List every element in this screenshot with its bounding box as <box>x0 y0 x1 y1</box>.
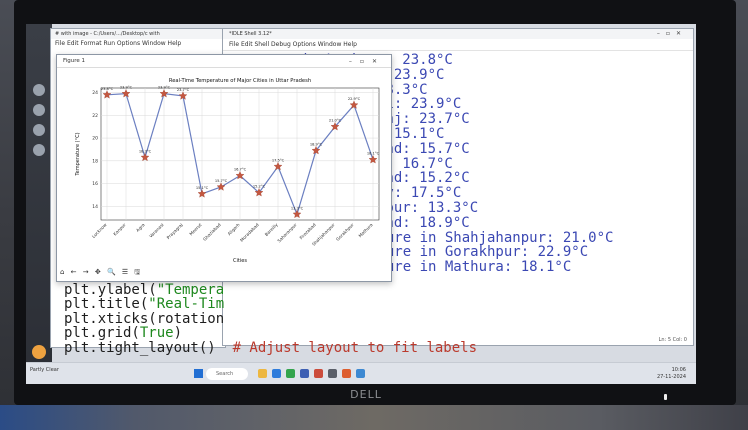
taskbar-clock[interactable]: 10:06 27-11-2024 <box>657 367 686 381</box>
code-text: plt.ylabel( <box>64 281 157 298</box>
code-line[interactable]: plt.xticks(rotation <box>64 310 477 327</box>
settings-icon[interactable] <box>33 84 45 96</box>
x-tick-label: Firozabad <box>299 222 318 241</box>
shell-statusbar: Ln: 5 Col: 0 <box>658 337 687 343</box>
code-text: plt.xticks(rotation <box>64 310 225 327</box>
start-icon[interactable] <box>194 369 203 378</box>
app-icon[interactable] <box>314 369 323 378</box>
chrome-icon[interactable] <box>286 369 295 378</box>
code-text: plt.title( <box>64 296 149 313</box>
edge-icon[interactable] <box>272 369 281 378</box>
editor-menubar[interactable]: File Edit Format Run Options Window Help <box>51 39 225 49</box>
x-tick-label: Agra <box>135 222 147 234</box>
code-line[interactable]: plt.title("Real-Tim <box>64 297 477 312</box>
y-tick-label: 16 <box>92 181 98 187</box>
code-string: "Tempera <box>156 281 225 298</box>
x-tick-label: Meerut <box>188 222 203 237</box>
x-tick-label: Saharanpur <box>276 222 298 244</box>
window-controls[interactable]: –▫✕ <box>657 30 687 37</box>
power-indicator <box>664 394 667 400</box>
code-line[interactable]: plt.grid(True) <box>64 326 477 341</box>
taskbar: Partly Clear Search 10:06 27-11-2024 <box>26 362 696 384</box>
python-icon[interactable] <box>300 369 309 378</box>
figure-title: Figure 1 <box>63 58 86 64</box>
clock-date: 27-11-2024 <box>656 374 686 380</box>
code-comment: # Adjust layout to fit labels <box>232 339 478 356</box>
folder-icon[interactable] <box>33 124 45 136</box>
gear-icon[interactable] <box>33 144 45 156</box>
y-tick-label: 24 <box>92 90 98 96</box>
y-tick-label: 14 <box>92 204 98 210</box>
data-label: 18.9°C <box>310 143 323 147</box>
temperature-chart: 14 16 18 20 22 24 Lucknow Kanpur Agra Varanasi Pra… <box>75 78 380 264</box>
data-label: 23.9°C <box>158 86 171 90</box>
x-tick-label: Gorakhpur <box>335 222 356 243</box>
search-icon[interactable] <box>33 104 45 116</box>
data-label: 15.1°C <box>196 186 209 190</box>
store-icon[interactable] <box>356 369 365 378</box>
clock-time: 10:06 <box>671 367 686 373</box>
data-label: 23.7°C <box>177 88 190 92</box>
figure-titlebar[interactable]: Figure 1 –▫✕ <box>57 55 391 68</box>
code-line[interactable]: plt.tight_layout() # Adjust layout to fi… <box>64 341 477 356</box>
weather-widget[interactable]: Partly Clear <box>30 367 59 373</box>
data-label: 13.3°C <box>291 206 304 210</box>
code-text: plt.grid( <box>64 325 140 342</box>
x-tick-label: Varanasi <box>148 222 165 239</box>
y-tick-label: 18 <box>92 158 98 164</box>
shell-menubar[interactable]: File Edit Shell Debug Options Window Hel… <box>223 39 693 51</box>
terminal-icon[interactable] <box>328 369 337 378</box>
data-label: 17.5°C <box>272 159 285 163</box>
x-tick-label: Moradabad <box>239 222 261 244</box>
x-axis-label: Cities <box>233 258 247 264</box>
x-tick-label: Mathura <box>358 222 375 239</box>
app-sidebar <box>26 24 52 384</box>
office-icon[interactable] <box>342 369 351 378</box>
data-label: 15.7°C <box>215 179 228 183</box>
data-label: 22.9°C <box>348 97 361 101</box>
figure-toolbar[interactable]: ⌂ ← → ✥ 🔍 ☰ 🖫 <box>60 268 142 279</box>
app-icon[interactable] <box>32 345 46 359</box>
data-label: 21.0°C <box>329 119 342 123</box>
figure-window[interactable]: Figure 1 –▫✕ 14 16 18 20 22 24 Lucknow Kanpur Ag… <box>56 54 392 282</box>
data-label: 18.1°C <box>367 152 380 156</box>
code-line[interactable]: plt.ylabel("Tempera <box>64 281 477 298</box>
taskbar-search[interactable]: Search <box>206 368 248 380</box>
shell-titlebar[interactable]: *IDLE Shell 3.12* <box>223 29 693 39</box>
file-explorer-icon[interactable] <box>258 369 267 378</box>
code-text: ) <box>173 325 183 342</box>
data-label: 23.9°C <box>120 86 133 90</box>
chart-title: Real-Time Temperature of Major Cities in… <box>169 78 311 84</box>
data-label: 15.2°C <box>253 185 266 189</box>
x-tick-label: Prayagraj <box>166 222 185 241</box>
code-text: plt.tight_layout() <box>64 339 233 356</box>
data-label: 16.7°C <box>234 168 247 172</box>
monitor-brand-logo: DELL <box>350 388 382 401</box>
x-tick-label: Ghaziabad <box>202 222 223 243</box>
figure-window-controls[interactable]: –▫✕ <box>349 55 385 68</box>
desk-background <box>0 405 748 430</box>
y-tick-label: 22 <box>92 113 98 119</box>
x-tick-label: Aligarh <box>226 222 241 237</box>
screen: # with image - C:/Users/.../Desktop/c wi… <box>26 24 696 384</box>
y-axis-label: Temperature (°C) <box>75 132 81 176</box>
x-tick-label: Lucknow <box>91 222 109 240</box>
y-tick-label: 20 <box>92 136 98 142</box>
editor-titlebar[interactable]: # with image - C:/Users/.../Desktop/c wi… <box>51 29 225 39</box>
x-tick-label: Kanpur <box>112 222 127 237</box>
data-label: 18.3°C <box>139 149 152 153</box>
code-string: True <box>139 325 174 342</box>
code-string: "Real-Tim <box>148 296 225 313</box>
data-label: 23.8°C <box>101 87 114 91</box>
x-tick-label: Bareilly <box>264 222 280 238</box>
